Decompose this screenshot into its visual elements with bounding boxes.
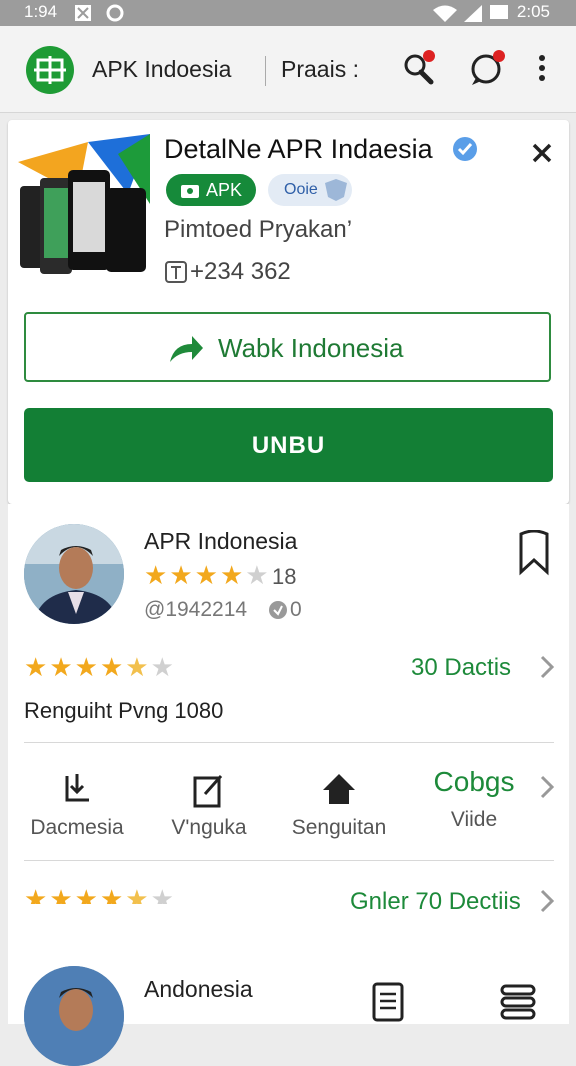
search-icon[interactable] <box>400 48 440 88</box>
related-developer-name: Andonesia <box>144 976 253 1002</box>
developer-stars: ★ ★ ★ ★ ★ <box>144 562 269 588</box>
star-full-icon: ★ <box>169 560 193 590</box>
developer-rating-count: 18 <box>272 564 297 589</box>
secondary-chip[interactable]: Ooie <box>268 174 352 206</box>
app-title: APK Indoesia <box>92 56 232 82</box>
share-arrow-icon <box>170 336 203 362</box>
list-icon[interactable] <box>498 982 538 1022</box>
chevron-right-icon[interactable] <box>538 888 556 914</box>
open-website-label: Wabk Indonesia <box>218 333 404 363</box>
requirement-text: Renguiht Pvng 1080 <box>24 698 224 723</box>
status-bar: 1:94 2:05 <box>0 0 576 26</box>
primary-action-label: UNBU <box>251 432 326 459</box>
open-website-button[interactable]: Wabk Indonesia <box>24 312 551 382</box>
appbar-secondary[interactable]: Praais : <box>281 56 359 83</box>
wifi-icon <box>433 5 457 22</box>
bookmark-icon[interactable] <box>517 530 551 576</box>
action-more-sub: Viide <box>450 808 498 831</box>
app-thumbnail <box>18 134 150 274</box>
related-reviews-link[interactable]: Gnler 70 Dectiis <box>350 888 521 916</box>
action-label: Dacmesia <box>30 816 124 839</box>
status-clock: 2:05 <box>516 2 550 21</box>
developer-id: @1942214 <box>144 598 248 621</box>
app-detail-card: DetalNe APR Indaesia APK Ooie Pimtoed Pr… <box>8 120 569 504</box>
star-empty-icon: ★ <box>245 560 269 590</box>
publisher-name: Pimtoed Pryakan’ <box>164 216 353 243</box>
app-bar: APK Indoesia Praais : <box>0 26 576 113</box>
status-time: 1:94 <box>24 2 58 21</box>
detail-title: DetalNe APR Indaesia <box>164 134 433 164</box>
download-count-icon <box>269 601 287 619</box>
star-full-icon: ★ <box>144 560 168 590</box>
action-more[interactable]: Cobgs Viide <box>418 766 530 832</box>
grid-logo-icon <box>34 56 66 84</box>
sync-icon <box>106 4 124 22</box>
star-full-icon: ★ <box>49 652 73 682</box>
star-half-icon: ★ <box>125 652 149 682</box>
action-label: V'nguka <box>171 816 247 839</box>
package-icon <box>181 185 199 198</box>
primary-action-button[interactable]: UNBU <box>24 408 553 482</box>
phone-number: +234 362 <box>190 258 291 285</box>
document-icon[interactable] <box>372 982 404 1022</box>
person-photo <box>24 524 124 624</box>
star-empty-icon: ★ <box>150 652 174 682</box>
close-icon[interactable] <box>529 140 555 166</box>
gallery-icon <box>75 5 91 21</box>
developer-id-badge: 0 <box>290 598 302 621</box>
verified-badge-icon <box>453 137 477 161</box>
star-full-icon: ★ <box>24 652 48 682</box>
action-more-title: Cobgs <box>433 766 515 797</box>
star-full-icon: ★ <box>194 560 218 590</box>
developer-section: APR Indonesia ★ ★ ★ ★ ★ 18 @1942214 0 ★ … <box>8 504 569 912</box>
edit-icon <box>193 775 223 808</box>
star-full-icon: ★ <box>219 560 244 590</box>
avatar[interactable] <box>24 524 124 624</box>
battery-icon <box>490 5 508 19</box>
action-label: Senguitan <box>291 816 387 839</box>
shield-icon <box>325 179 347 201</box>
star-full-icon: ★ <box>99 652 124 682</box>
chevron-right-icon[interactable] <box>538 774 556 800</box>
avatar[interactable] <box>24 966 124 1066</box>
secondary-chip-label: Ooie <box>284 181 318 198</box>
home-icon <box>323 774 355 804</box>
divider <box>24 860 554 861</box>
signal-icon <box>464 5 482 22</box>
apk-chip-label: APK <box>206 180 243 200</box>
chat-icon[interactable] <box>466 48 506 88</box>
divider <box>24 742 554 743</box>
install-icon <box>65 774 89 802</box>
reviews-link[interactable]: 30 Dactis <box>411 654 511 682</box>
chevron-right-icon[interactable] <box>538 654 556 680</box>
appbar-divider <box>265 56 266 86</box>
overall-stars: ★ ★ ★ ★ ★ ★ <box>24 654 174 680</box>
app-logo[interactable] <box>26 46 74 94</box>
person-photo <box>24 966 124 1066</box>
star-full-icon: ★ <box>74 652 98 682</box>
related-section: Gnler 70 Dectiis Andonesia <box>8 888 569 1066</box>
apk-chip[interactable]: APK <box>166 174 256 206</box>
developer-name: APR Indonesia <box>144 528 298 554</box>
phone-icon <box>165 261 187 283</box>
more-vert-icon[interactable] <box>524 48 564 88</box>
